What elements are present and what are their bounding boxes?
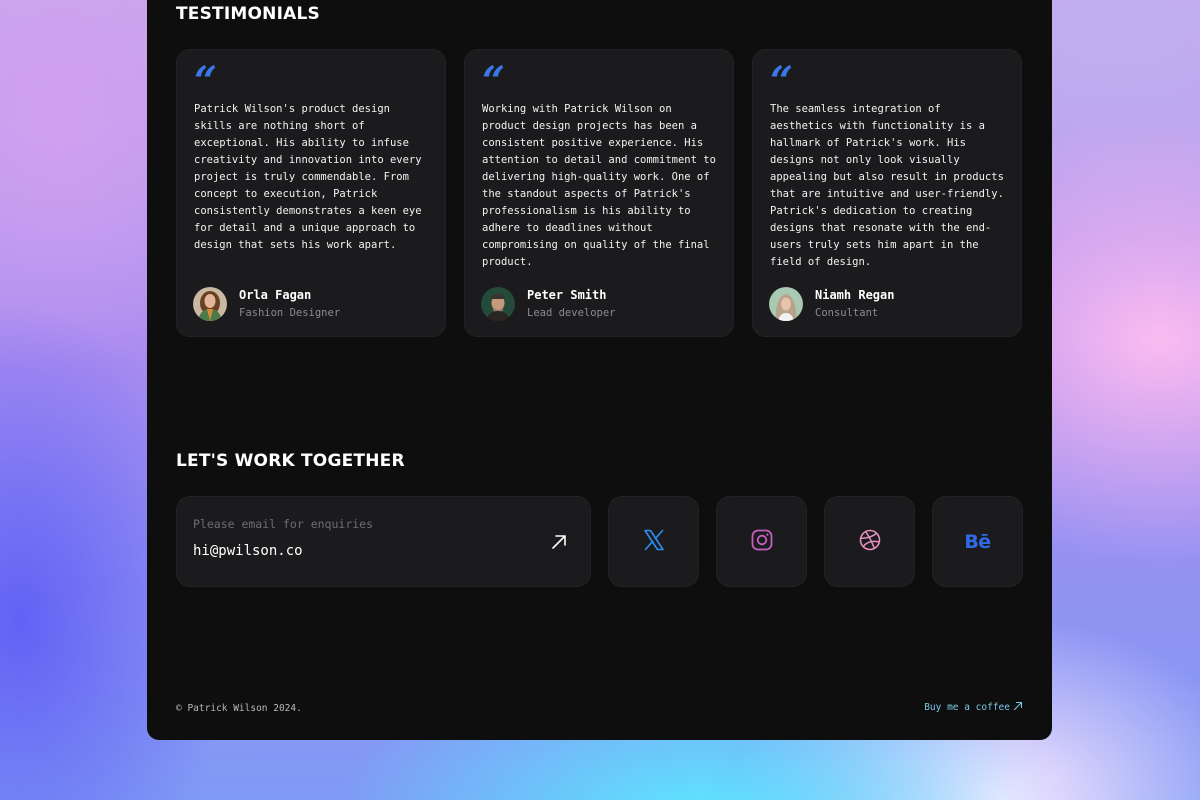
x-logo-icon	[642, 528, 666, 556]
person-name: Orla Fagan	[239, 288, 312, 302]
dribbble-icon	[858, 528, 882, 556]
buy-me-a-coffee-link[interactable]: Buy me a coffee	[924, 701, 1023, 714]
avatar	[481, 287, 515, 321]
email-card[interactable]: Please email for enquiries hi@pwilson.co	[176, 496, 591, 587]
coffee-link-label: Buy me a coffee	[924, 702, 1010, 713]
contact-heading: LET'S WORK TOGETHER	[176, 451, 405, 471]
person-role: Consultant	[815, 307, 879, 319]
quote-mark-icon: “	[770, 58, 794, 105]
quote-mark-icon: “	[482, 58, 506, 105]
testimonial-card: “ Patrick Wilson's product design skills…	[176, 49, 446, 337]
person-name: Peter Smith	[527, 288, 607, 302]
testimonial-card: “ Working with Patrick Wilson on product…	[464, 49, 734, 337]
testimonials-heading: TESTIMONIALS	[176, 4, 320, 24]
person-name: Niamh Regan	[815, 288, 895, 302]
x-social-button[interactable]	[608, 496, 699, 587]
avatar	[193, 287, 227, 321]
quote-mark-icon: “	[194, 58, 218, 105]
testimonial-quote: Patrick Wilson's product design skills a…	[194, 103, 422, 251]
testimonial-quote: Working with Patrick Wilson on product d…	[482, 103, 716, 268]
behance-icon: Bē	[964, 530, 991, 553]
testimonial-card: “ The seamless integration of aesthetics…	[752, 49, 1022, 337]
instagram-icon	[750, 528, 774, 556]
avatar	[769, 287, 803, 321]
main-panel: TESTIMONIALS “ Patrick Wilson's product …	[147, 0, 1052, 740]
email-label: Please email for enquiries	[193, 517, 374, 531]
person-role: Fashion Designer	[239, 307, 341, 319]
instagram-social-button[interactable]	[716, 496, 807, 587]
person-role: Lead developer	[527, 307, 616, 319]
email-address[interactable]: hi@pwilson.co	[193, 543, 303, 559]
arrow-up-right-icon	[550, 533, 568, 555]
testimonial-quote: The seamless integration of aesthetics w…	[770, 103, 1004, 268]
dribbble-social-button[interactable]	[824, 496, 915, 587]
copyright-text: © Patrick Wilson 2024.	[176, 703, 302, 714]
arrow-up-right-icon	[1013, 701, 1023, 714]
behance-social-button[interactable]: Bē	[932, 496, 1023, 587]
